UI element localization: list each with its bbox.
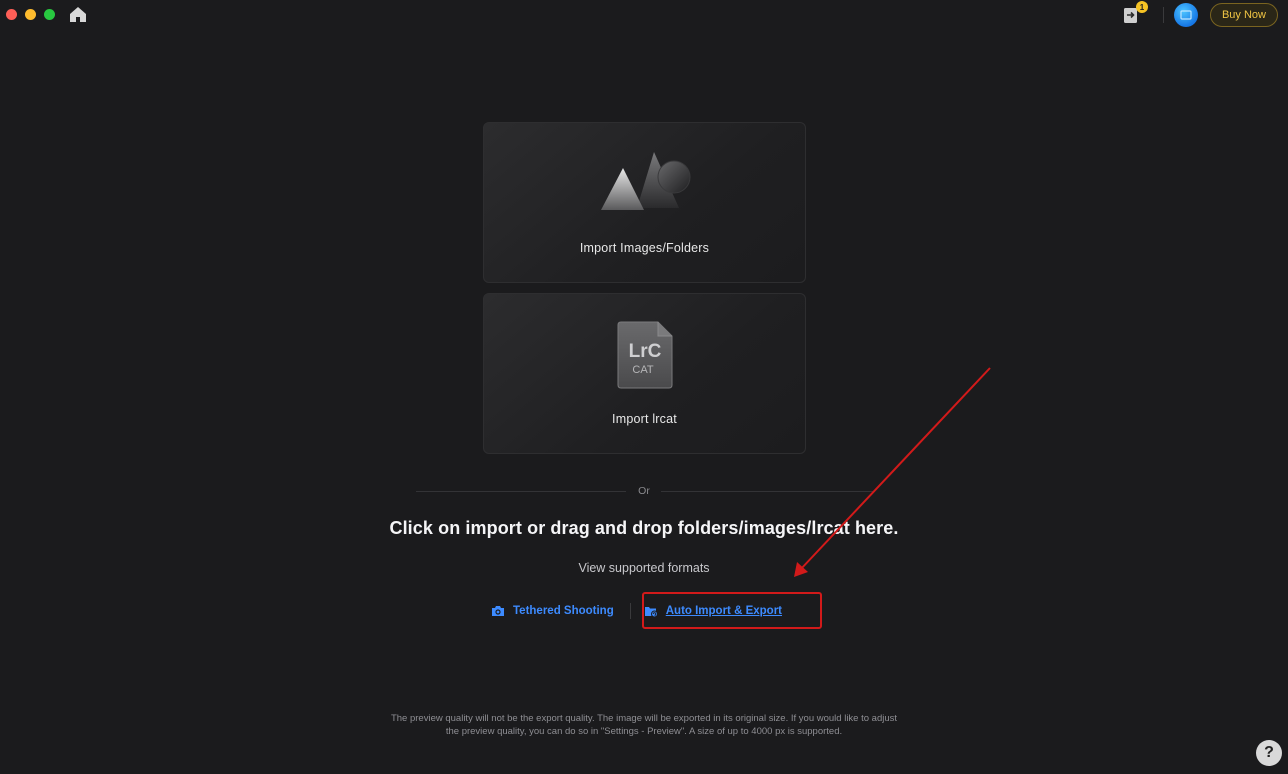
tasks-badge: 1 [1135,1,1148,13]
tethered-shooting-label: Tethered Shooting [513,605,614,617]
drop-instructions: Click on import or drag and drop folders… [389,518,899,538]
annotation-highlight-box [642,592,822,629]
top-right-toolbar: 1 Buy Now [1123,1,1278,28]
maximize-window-button[interactable] [44,9,55,20]
import-lrcat-label: Import lrcat [612,412,677,426]
preview-note-line-2: the preview quality, you can do so in "S… [445,726,843,737]
lrcat-icon-bottom-text: CAT [632,364,653,376]
mountain-icon [601,152,691,210]
import-images-card[interactable]: Import Images/Folders [483,122,806,283]
actions-separator [629,603,631,619]
buy-now-button[interactable]: Buy Now [1209,3,1278,27]
user-icon [1180,10,1192,20]
close-window-button[interactable] [6,9,17,20]
import-lrcat-card[interactable]: LrC CAT Import lrcat [483,293,806,454]
lrcat-icon-top-text: LrC [629,341,662,362]
home-icon[interactable] [69,6,87,23]
help-button[interactable]: ? [1256,740,1282,766]
import-images-label: Import Images/Folders [579,241,710,255]
divider-right [661,491,873,492]
divider-left [416,491,626,492]
or-text: Or [638,485,650,497]
lrcat-file-icon: LrC CAT [616,321,674,389]
app-window: 1 Buy Now Import Images/Folders LrC CAT … [0,0,1288,774]
preview-note-line-1: The preview quality will not be the expo… [390,713,898,724]
tethered-shooting-button[interactable]: Tethered Shooting [491,605,614,617]
window-controls [6,9,55,20]
toolbar-separator [1162,7,1164,23]
lrcat-file-shape: LrC CAT [617,321,673,389]
avatar[interactable] [1173,3,1198,27]
preview-quality-note: The preview quality will not be the expo… [300,712,988,738]
tasks-icon[interactable]: 1 [1123,1,1148,24]
camera-icon [492,606,504,616]
minimize-window-button[interactable] [25,9,36,20]
view-supported-formats-link[interactable]: View supported formats [0,561,1288,575]
